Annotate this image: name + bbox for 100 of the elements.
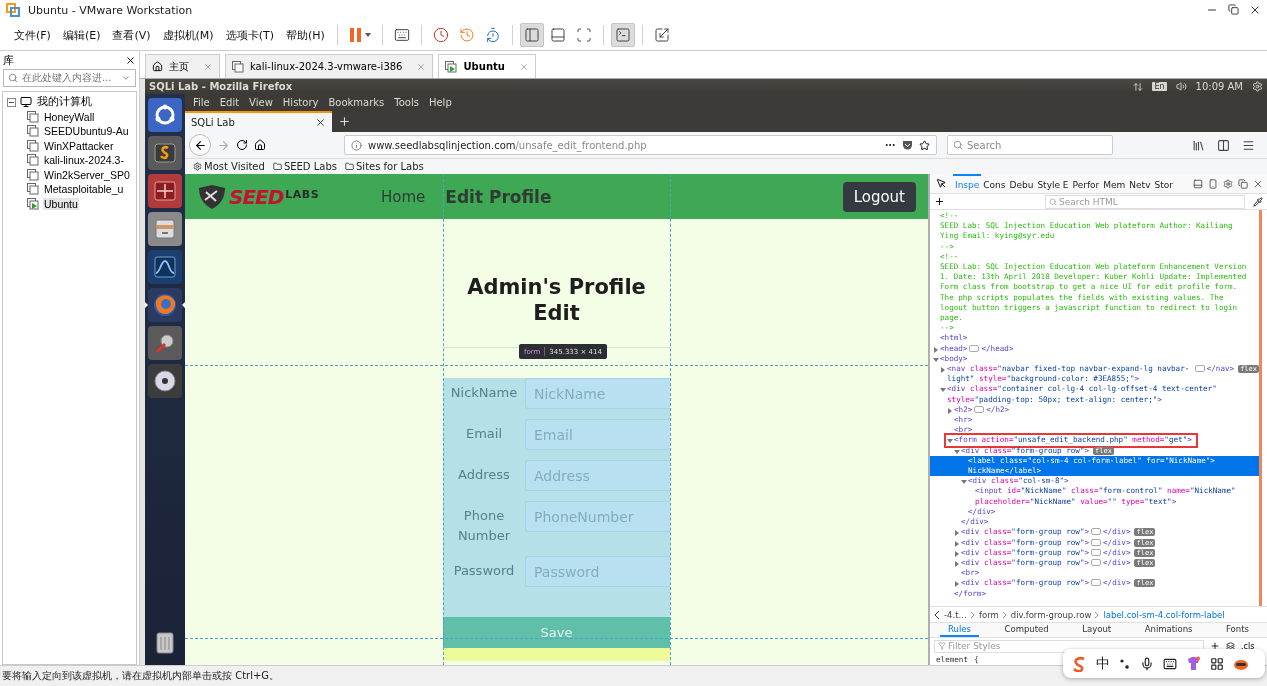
add-node-icon[interactable] <box>934 196 945 207</box>
ellipsis-icon[interactable] <box>1091 579 1102 587</box>
menu-icon[interactable] <box>1242 138 1255 152</box>
tab[interactable]: Mem <box>1101 174 1128 193</box>
dropdown-caret-icon[interactable] <box>121 73 131 83</box>
library-icon[interactable] <box>1192 138 1205 152</box>
search-field[interactable]: Search <box>947 135 1113 155</box>
tab[interactable]: Computed <box>996 623 1057 637</box>
menu-item[interactable]: 帮助(H) <box>279 27 331 43</box>
back-button[interactable] <box>189 134 211 156</box>
search-field[interactable]: 在此处键入内容进... <box>3 69 136 87</box>
keyboard-layout-indicator[interactable]: En <box>1152 82 1167 91</box>
clock-text[interactable]: 10:09 AM <box>1195 81 1243 92</box>
tab[interactable]: Cons <box>981 174 1008 193</box>
tree-item[interactable]: Ubuntu <box>43 197 79 210</box>
ellipsis-icon[interactable] <box>1194 365 1205 373</box>
apps-grid-icon[interactable] <box>1210 656 1224 671</box>
keyboard-icon[interactable] <box>1163 656 1177 671</box>
menu-item[interactable]: 查看(V) <box>106 27 157 43</box>
tree-item[interactable]: Win2kServer_SP0 <box>43 168 131 181</box>
restore-icon[interactable] <box>1228 4 1239 15</box>
tab[interactable]: Ubuntu <box>438 54 536 78</box>
menu-item[interactable]: File <box>188 97 215 108</box>
close-icon[interactable] <box>315 117 326 128</box>
close-icon[interactable] <box>1249 4 1261 16</box>
menu-item[interactable]: 虚拟机(M) <box>156 27 220 43</box>
bookmark-link[interactable]: SEED Labs <box>272 161 337 172</box>
ellipsis-icon[interactable] <box>1091 538 1102 546</box>
tab[interactable]: Layout <box>1074 623 1120 637</box>
address-bar[interactable]: www.seedlabsqlinjection.com/unsafe_edit_frontend.php <box>344 135 937 155</box>
logout-button[interactable]: Logout <box>842 181 916 212</box>
breadcrumb-item[interactable]: -4.t… <box>944 609 967 620</box>
tab[interactable]: kali-linux-2024.3-vmware-i386 <box>225 54 434 78</box>
ellipsis-icon[interactable] <box>1091 528 1102 536</box>
menu-item[interactable]: Edit <box>214 97 245 108</box>
menu-item[interactable]: 文件(F) <box>8 27 57 43</box>
tree-item[interactable]: Metasploitable_u <box>43 183 125 196</box>
tab[interactable]: SQLi Lab <box>185 111 332 132</box>
breadcrumb-item[interactable]: div.form-group.row <box>1010 609 1092 620</box>
microphone-icon[interactable] <box>1140 656 1154 671</box>
class-toggle[interactable]: .cls <box>1241 641 1255 651</box>
nav-link[interactable]: Edit Profile <box>445 186 552 207</box>
breadcrumb-item[interactable]: label.col-sm-4.col-form-label <box>1103 609 1225 620</box>
input-logo-icon[interactable] <box>1071 655 1087 672</box>
tab[interactable]: Animations <box>1136 623 1201 637</box>
ellipsis-icon[interactable] <box>1091 548 1102 556</box>
shirt-icon[interactable] <box>1186 656 1201 671</box>
add-rule-icon[interactable] <box>1210 641 1220 651</box>
menu-item[interactable]: 编辑(E) <box>56 27 107 43</box>
expand-arrow-icon[interactable] <box>953 578 961 588</box>
expand-arrow-icon[interactable] <box>953 527 961 537</box>
menu-item[interactable]: 选项卡(T) <box>219 27 280 43</box>
tab[interactable]: Rules <box>940 623 979 637</box>
tree-item[interactable]: HoneyWall <box>43 110 96 123</box>
element-picker-icon[interactable] <box>936 178 947 189</box>
pocket-icon[interactable] <box>902 139 913 151</box>
eyedropper-icon[interactable] <box>1253 196 1263 207</box>
menu-item[interactable]: History <box>277 97 324 108</box>
reload-icon[interactable] <box>236 139 248 151</box>
settings-icon[interactable] <box>1223 178 1233 189</box>
tree-item[interactable]: WinXPattacker <box>43 139 115 152</box>
tab[interactable]: Debu <box>1007 174 1036 193</box>
ellipsis-icon[interactable] <box>969 344 980 352</box>
new-tab-icon[interactable] <box>337 115 351 128</box>
tree-item[interactable]: SEEDUbuntu9-Au <box>43 125 130 138</box>
star-icon[interactable] <box>919 139 930 151</box>
tree-item[interactable]: 我的计算机 <box>36 95 93 110</box>
tab[interactable]: Perfor <box>1070 174 1102 193</box>
nav-link[interactable]: Home <box>381 187 426 206</box>
menu-item[interactable]: View <box>244 97 278 108</box>
status-message: 要将输入定向到该虚拟机，请在虚拟机内部单击或按 Ctrl+G。 <box>2 669 280 683</box>
volume-icon[interactable] <box>1175 81 1187 92</box>
menu-item[interactable]: Bookmarks <box>323 97 390 108</box>
bookmark-link[interactable]: Most Visited <box>193 161 265 172</box>
expand-arrow-icon[interactable] <box>939 364 947 374</box>
network-icon[interactable] <box>1133 81 1144 92</box>
tab[interactable]: Inspe <box>953 174 982 193</box>
ellipsis-icon[interactable] <box>1091 558 1102 566</box>
input-mode-toggle[interactable]: 中 <box>1096 654 1110 673</box>
tab[interactable]: Stor <box>1152 174 1175 193</box>
close-icon[interactable] <box>125 54 136 66</box>
breadcrumb-item[interactable]: form <box>979 609 999 620</box>
collapse-toggle-icon[interactable] <box>7 97 16 107</box>
dock-icon[interactable] <box>1193 178 1203 189</box>
scroll-left-icon[interactable] <box>934 610 940 619</box>
bookmark-link[interactable]: Sites for Labs <box>345 161 424 172</box>
responsive-icon[interactable] <box>1208 178 1218 189</box>
tab[interactable]: 主页 <box>145 54 220 78</box>
tree-item[interactable]: kali-linux-2024.3- <box>43 154 125 167</box>
pseudo-class-icon[interactable] <box>1226 641 1235 651</box>
separate-window-icon[interactable] <box>1238 178 1248 189</box>
home-icon[interactable] <box>254 139 266 151</box>
tab[interactable]: Fonts <box>1218 623 1257 637</box>
menu-item[interactable]: Help <box>423 97 457 108</box>
panel-title: 库 <box>3 52 14 68</box>
sidebar-icon[interactable] <box>1217 138 1230 152</box>
tab[interactable]: Style E <box>1035 174 1071 193</box>
tab[interactable]: Netv <box>1127 174 1153 193</box>
ellipsis-icon[interactable] <box>974 405 985 413</box>
menu-item[interactable]: Tools <box>389 97 424 108</box>
